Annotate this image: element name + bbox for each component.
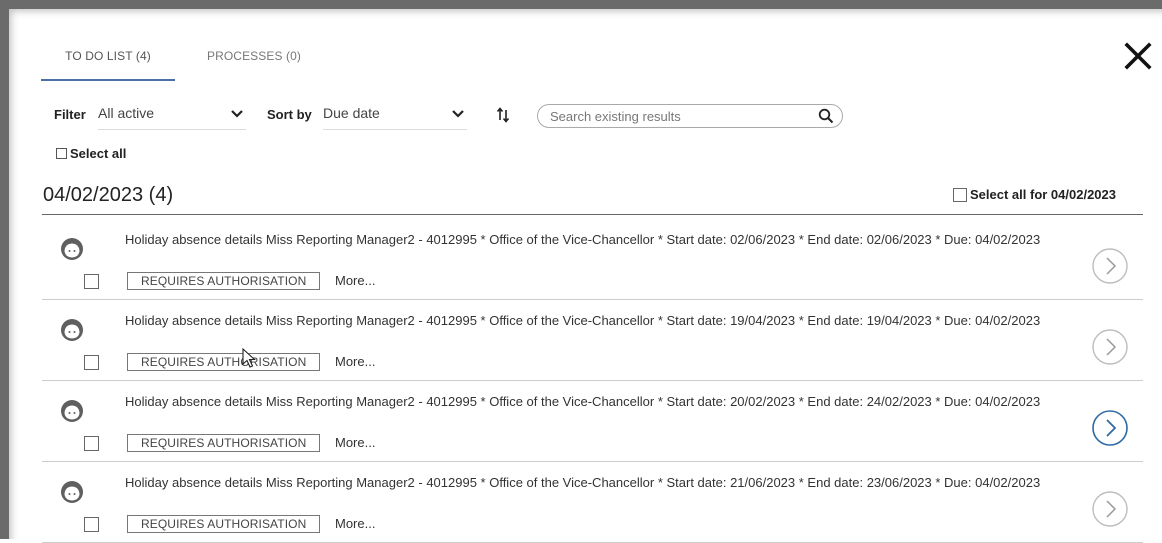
close-icon bbox=[1124, 42, 1152, 70]
sort-label: Sort by bbox=[267, 107, 312, 122]
dialog: TO DO LIST (4) PROCESSES (0) Filter All … bbox=[0, 0, 1162, 543]
select-all-for-date-label: Select all for 04/02/2023 bbox=[970, 187, 1116, 202]
search-input[interactable] bbox=[550, 107, 800, 125]
chevron-right-icon[interactable] bbox=[1091, 490, 1129, 528]
task-description: Holiday absence details Miss Reporting M… bbox=[125, 232, 1041, 247]
sort-direction-button[interactable] bbox=[494, 105, 514, 125]
task-row: Holiday absence details Miss Reporting M… bbox=[42, 219, 1143, 300]
search-icon[interactable] bbox=[818, 108, 834, 124]
tab-to-do-list[interactable]: TO DO LIST (4) bbox=[41, 49, 175, 81]
task-row: Holiday absence details Miss Reporting M… bbox=[42, 300, 1143, 381]
status-badge: REQUIRES AUTHORISATION bbox=[127, 434, 321, 452]
task-checkbox[interactable] bbox=[84, 436, 99, 451]
tab-processes[interactable]: PROCESSES (0) bbox=[199, 49, 309, 79]
task-checkbox[interactable] bbox=[84, 274, 99, 289]
select-all[interactable]: Select all bbox=[56, 146, 126, 161]
task-row: Holiday absence details Miss Reporting M… bbox=[42, 381, 1143, 462]
status-badge: REQUIRES AUTHORISATION bbox=[127, 353, 321, 371]
select-all-checkbox[interactable] bbox=[56, 148, 67, 159]
select-all-for-date-checkbox[interactable] bbox=[953, 187, 968, 202]
sort-value: Due date bbox=[323, 105, 380, 121]
sort-dropdown[interactable]: Due date bbox=[323, 103, 467, 130]
chevron-down-icon bbox=[231, 110, 243, 118]
status-badge: REQUIRES AUTHORISATION bbox=[127, 272, 321, 290]
mouse-cursor-icon bbox=[242, 348, 256, 368]
filter-dropdown[interactable]: All active bbox=[98, 103, 246, 130]
filter-label: Filter bbox=[54, 107, 86, 122]
chevron-right-icon[interactable] bbox=[1091, 409, 1129, 447]
more-link[interactable]: More... bbox=[335, 354, 375, 369]
select-all-for-date[interactable]: Select all for 04/02/2023 bbox=[953, 187, 1116, 202]
close-button[interactable] bbox=[1121, 39, 1155, 73]
chevron-down-icon bbox=[452, 110, 464, 118]
user-avatar-icon bbox=[61, 481, 83, 503]
tab-processes-label: PROCESSES (0) bbox=[207, 49, 301, 63]
group-divider bbox=[42, 214, 1143, 215]
more-link[interactable]: More... bbox=[335, 516, 375, 531]
select-all-label: Select all bbox=[70, 146, 127, 161]
group-title: 04/02/2023 (4) bbox=[43, 184, 174, 206]
status-badge: REQUIRES AUTHORISATION bbox=[127, 515, 321, 533]
chevron-right-icon[interactable] bbox=[1091, 328, 1129, 366]
task-row: Holiday absence details Miss Reporting M… bbox=[42, 462, 1143, 543]
user-avatar-icon bbox=[61, 238, 83, 260]
task-checkbox[interactable] bbox=[84, 517, 99, 532]
search-box bbox=[537, 104, 843, 128]
filter-value: All active bbox=[98, 105, 155, 121]
task-description: Holiday absence details Miss Reporting M… bbox=[125, 394, 1041, 409]
more-link[interactable]: More... bbox=[335, 273, 375, 288]
task-description: Holiday absence details Miss Reporting M… bbox=[125, 475, 1041, 490]
user-avatar-icon bbox=[61, 319, 83, 341]
user-avatar-icon bbox=[61, 400, 83, 422]
more-link[interactable]: More... bbox=[335, 435, 375, 450]
sort-direction-icon bbox=[496, 107, 510, 123]
task-checkbox[interactable] bbox=[84, 355, 99, 370]
task-description: Holiday absence details Miss Reporting M… bbox=[125, 313, 1041, 328]
chevron-right-icon[interactable] bbox=[1091, 247, 1129, 285]
tab-to-do-list-label: TO DO LIST (4) bbox=[65, 49, 151, 63]
